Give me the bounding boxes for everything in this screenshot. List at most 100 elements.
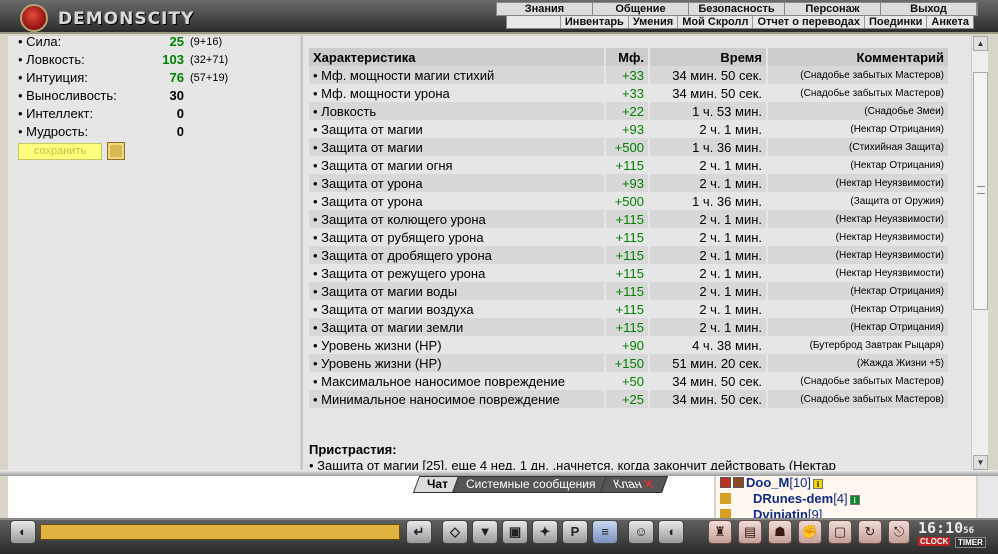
fist-icon[interactable]: ✊ [798,520,822,544]
cell-characteristic: • Защита от магии земли [309,318,606,336]
tab-system-messages[interactable]: Системные сообщения [451,476,610,493]
submenu-transfer-report[interactable]: Отчет о переводах [752,16,864,28]
submenu-profile[interactable]: Анкета [926,16,973,28]
cell-mf: +115 [605,300,650,318]
cell-comment: (Нектар Неуязвимости) [767,174,950,192]
private-icon[interactable]: P [562,520,588,544]
user-level: [4] [833,491,848,506]
scroll-up-icon[interactable]: ▲ [973,36,988,51]
list-item[interactable]: Doo_M[10] i [720,476,824,491]
main-scrollbar[interactable]: ▲ ▼ [971,36,988,470]
sub-menu: Инвентарь Умения Мой Скролл Отчет о пере… [506,15,974,29]
tab-label: Системные сообщения [465,477,596,491]
cell-time: 2 ч. 1 мин. [649,246,768,264]
table-header-row: Характеристика Мф. Время Комментарий [309,48,950,66]
cell-mf: +115 [605,210,650,228]
cell-mf: +115 [605,228,650,246]
cell-characteristic: • Защита от магии воздуха [309,300,606,318]
save-stats-button[interactable]: сохранить [18,143,102,160]
translit-icon[interactable]: ≡ [592,520,618,544]
tab-label: Чат [427,477,448,491]
scroll-down-icon[interactable]: ▼ [973,455,988,470]
cell-characteristic: • Защита от магии [309,120,606,138]
cell-mf: +115 [605,156,650,174]
save-log-icon[interactable]: ▣ [502,520,528,544]
exit-icon[interactable]: ⎋ [888,520,910,544]
menu-security[interactable]: Безопасность [689,3,785,15]
list-item[interactable]: Dviniatin[9] [720,507,822,518]
cell-characteristic: • Защита от рубящего урона [309,228,606,246]
padlock-icon[interactable]: ▢ [828,520,852,544]
helmet-icon[interactable]: ☗ [768,520,792,544]
cell-mf: +93 [605,120,650,138]
tab-clan[interactable]: Клан✕ [599,476,668,493]
cell-time: 2 ч. 1 мин. [649,282,768,300]
speaker-icon[interactable]: ◖ [658,520,684,544]
cell-comment: (Нектар Неуязвимости) [767,264,950,282]
user-nick[interactable]: DRunes-dem [753,491,833,506]
submenu-duels[interactable]: Поединки [864,16,926,28]
enter-icon[interactable]: ↵ [406,520,432,544]
table-row: • Защита от колющего урона +115 2 ч. 1 мин… [309,210,950,228]
eraser-icon[interactable]: ◇ [442,520,468,544]
chat-input[interactable] [40,524,400,540]
cell-comment: (Снадобье забытых Мастеров) [767,372,950,390]
menu-communication[interactable]: Общение [593,3,689,15]
smiley-icon[interactable]: ☺ [628,520,654,544]
cell-mf: +115 [605,246,650,264]
cell-mf: +500 [605,138,650,156]
cell-characteristic: • Защита от режущего урона [309,264,606,282]
rank-icon [720,493,731,504]
reset-stats-button[interactable] [107,142,125,160]
cell-comment: (Стихийная Защита) [767,138,950,156]
user-nick[interactable]: Dviniatin [753,507,808,518]
cell-characteristic: • Защита от колющего урона [309,210,606,228]
cell-mf: +50 [605,372,650,390]
fight-icon[interactable]: ✦ [532,520,558,544]
table-row: • Мф. мощности урона +33 34 мин. 50 сек. (С… [309,84,950,102]
cell-time: 2 ч. 1 мин. [649,120,768,138]
cell-characteristic: • Максимальное наносимое повреждение [309,372,606,390]
online-scrollbar[interactable] [978,476,998,518]
menu-character[interactable]: Персонаж [785,3,881,15]
table-row: • Защита от дробящего урона +115 2 ч. 1 ми… [309,246,950,264]
list-item[interactable]: DRunes-dem[4] i [720,491,860,507]
bag-icon[interactable]: ♜ [708,520,732,544]
cell-characteristic: • Защита от урона [309,174,606,192]
cell-characteristic: • Защита от урона [309,192,606,210]
table-row: • Ловкость +22 1 ч. 53 мин. (Снадобье Змеи) [309,102,950,120]
cell-comment: (Жажда Жизни +5) [767,354,950,372]
table-row: • Защита от урона +93 2 ч. 1 мин. (Нектар Н… [309,174,950,192]
submenu-my-scroll[interactable]: Мой Скролл [677,16,752,28]
lock-icon[interactable]: ▤ [738,520,762,544]
addictions-title: Пристрастия: [309,442,397,457]
table-row: • Защита от режущего урона +115 2 ч. 1 мин… [309,264,950,282]
online-list: Doo_M[10] i DRunes-dem[4] i Dviniatin[9] [716,476,976,518]
user-nick[interactable]: Doo_M [746,476,789,490]
cell-comment: (Бутерброд Завтрак Рыцаря) [767,336,950,354]
table-row: • Защита от магии земли +115 2 ч. 1 мин. (Н… [309,318,950,336]
cell-characteristic: • Защита от магии [309,138,606,156]
timer-label[interactable]: TIMER [955,537,986,548]
cell-characteristic: • Уровень жизни (HP) [309,354,606,372]
submenu-inventory[interactable]: Инвентарь [559,16,628,28]
filter-icon[interactable]: ▼ [472,520,498,544]
cell-time: 1 ч. 36 мин. [649,192,768,210]
tab-label: Клан [610,477,644,491]
rank-icon [720,509,731,518]
table-row: • Уровень жизни (HP) +150 51 мин. 20 сек.(… [309,354,950,372]
table-row: • Максимальное наносимое повреждение +50 3… [309,372,950,390]
cell-mf: +33 [605,84,650,102]
clock-label[interactable]: CLOCK [918,537,951,546]
chat-mode-icon[interactable]: ◐ [10,520,36,544]
info-icon[interactable]: i [849,495,860,505]
info-icon[interactable]: i [813,479,824,489]
stat-value: 25 [169,34,184,49]
rotate-icon[interactable]: ↻ [858,520,882,544]
menu-exit[interactable]: Выход [881,3,977,15]
stat-value: 76 [169,70,184,85]
menu-knowledge[interactable]: Знания [497,3,593,15]
scroll-thumb[interactable] [973,72,988,310]
submenu-skills[interactable]: Умения [627,16,677,28]
cell-characteristic: • Защита от магии огня [309,156,606,174]
